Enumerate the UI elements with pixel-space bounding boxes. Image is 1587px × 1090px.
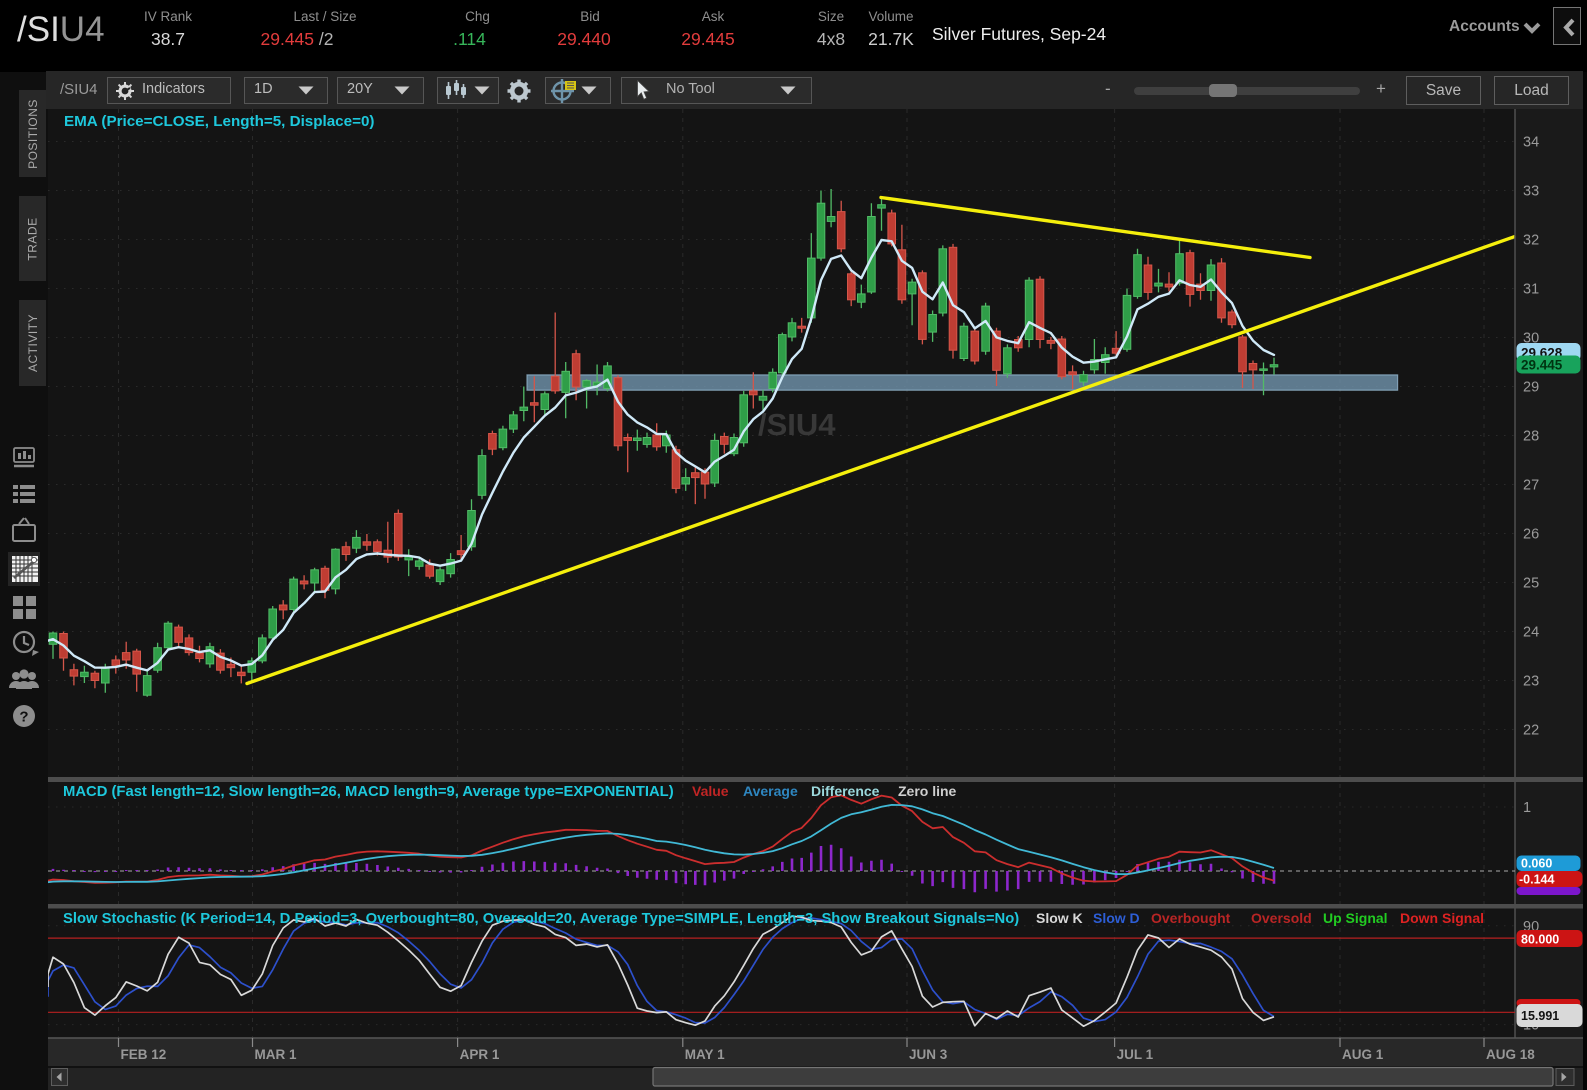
svg-text:29.445: 29.445: [1521, 358, 1563, 373]
svg-text:23: 23: [1523, 674, 1539, 690]
svg-text:27: 27: [1523, 478, 1539, 494]
svg-text:AUG 18: AUG 18: [1486, 1047, 1535, 1062]
svg-text:JUN 3: JUN 3: [909, 1047, 948, 1062]
svg-text:Slow Stochastic (K Period=14,: Slow Stochastic (K Period=14, D Period=3…: [63, 911, 1019, 927]
svg-text:FEB 12: FEB 12: [121, 1047, 167, 1062]
svg-text:Down Signal: Down Signal: [1400, 910, 1484, 926]
svg-text:25: 25: [1523, 576, 1539, 592]
svg-text:Oversold: Oversold: [1251, 910, 1312, 926]
svg-text:Slow D: Slow D: [1093, 910, 1140, 926]
svg-text:MACD (Fast length=12, Slow len: MACD (Fast length=12, Slow length=26, MA…: [63, 784, 674, 800]
svg-text:34: 34: [1523, 135, 1539, 151]
svg-text:28: 28: [1523, 429, 1539, 445]
svg-text:Value: Value: [692, 783, 729, 799]
svg-text:Zero line: Zero line: [898, 783, 957, 799]
svg-text:Overbought: Overbought: [1151, 910, 1231, 926]
svg-text:APR 1: APR 1: [460, 1047, 500, 1062]
svg-text:Slow K: Slow K: [1036, 910, 1083, 926]
svg-text:-0.144: -0.144: [1519, 873, 1554, 887]
svg-text:MAY 1: MAY 1: [685, 1047, 725, 1062]
svg-text:AUG 1: AUG 1: [1342, 1047, 1384, 1062]
svg-text:26: 26: [1523, 527, 1539, 543]
svg-text:32: 32: [1523, 233, 1539, 249]
svg-text:22: 22: [1523, 723, 1539, 739]
svg-text:MAR 1: MAR 1: [255, 1047, 297, 1062]
svg-text:0.060: 0.060: [1521, 857, 1552, 871]
svg-text:EMA (Price=CLOSE, Length=5, Di: EMA (Price=CLOSE, Length=5, Displace=0): [64, 113, 374, 130]
svg-text:/SIU4: /SIU4: [758, 407, 836, 442]
svg-text:Up Signal: Up Signal: [1323, 910, 1388, 926]
svg-text:24: 24: [1523, 625, 1539, 641]
svg-text:33: 33: [1523, 184, 1539, 200]
svg-text:Difference: Difference: [811, 783, 880, 799]
svg-text:Average: Average: [743, 783, 798, 799]
svg-text:29: 29: [1523, 380, 1539, 396]
svg-text:80.000: 80.000: [1521, 933, 1559, 947]
svg-text:15.991: 15.991: [1521, 1009, 1559, 1023]
svg-text:JUL 1: JUL 1: [1117, 1047, 1154, 1062]
svg-text:31: 31: [1523, 282, 1539, 298]
svg-text:1: 1: [1523, 800, 1531, 816]
svg-text:?: ?: [19, 709, 28, 726]
